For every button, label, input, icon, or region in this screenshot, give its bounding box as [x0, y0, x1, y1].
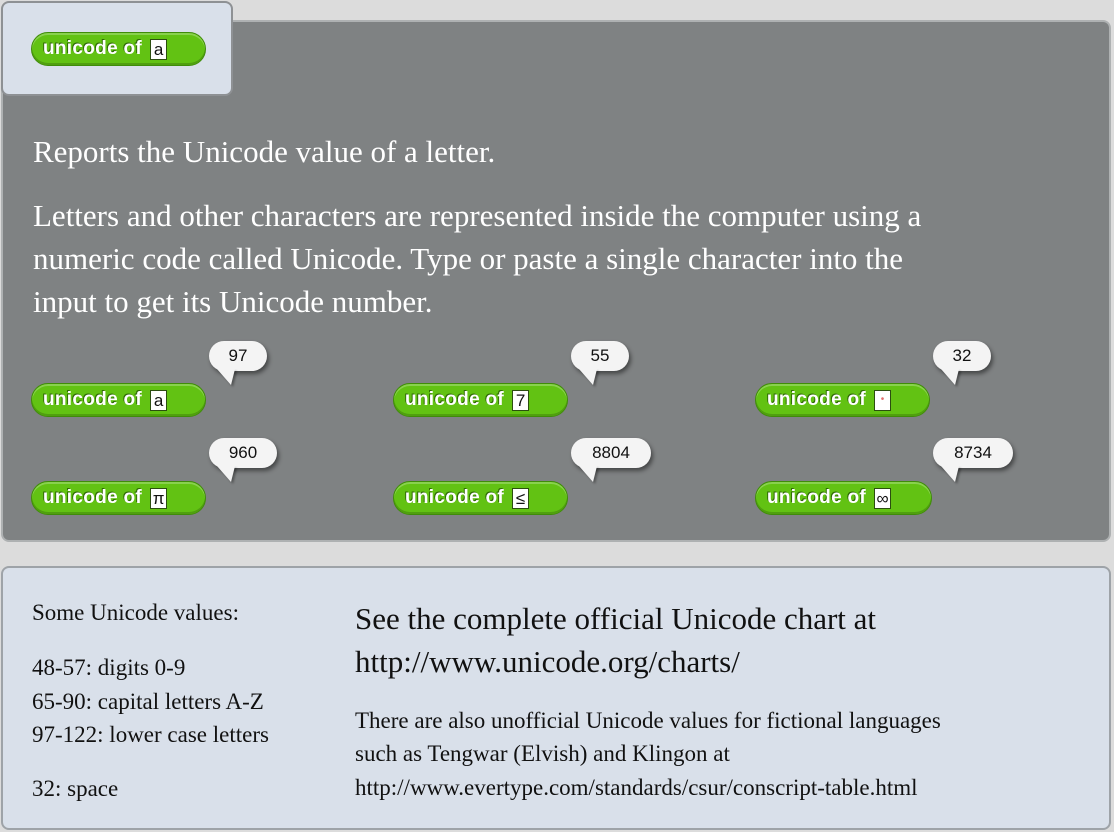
result-bubble: 97 [209, 341, 267, 371]
block-header-tab: unicode of a [1, 1, 233, 96]
chart-line: See the complete official Unicode chart … [355, 601, 877, 636]
unofficial-line: such as Tengwar (Elvish) and Klingon at [355, 741, 730, 766]
description-detail-line: Letters and other characters are represe… [33, 198, 922, 233]
block-input-slot[interactable]: • [874, 389, 892, 411]
result-bubble: 8804 [571, 438, 651, 468]
value-range-item: 65-90: capital letters A-Z [32, 689, 264, 714]
value-range-item: 32: space [32, 776, 119, 801]
unicode-of-block[interactable]: unicode of π [31, 481, 206, 515]
description-summary: Reports the Unicode value of a letter. [33, 134, 496, 169]
block-label: unicode of [405, 487, 505, 508]
unicode-of-block[interactable]: unicode of a [31, 383, 206, 417]
result-bubble: 960 [209, 438, 277, 468]
bubble-tail [941, 369, 959, 385]
bubble-tail [217, 466, 235, 482]
block-label: unicode of [43, 38, 143, 59]
bubble-tail [579, 466, 597, 482]
result-bubble: 8734 [933, 438, 1013, 468]
unicode-of-block[interactable]: unicode of • [755, 383, 930, 417]
unicode-of-block[interactable]: unicode of ∞ [755, 481, 932, 515]
unicode-of-block-header[interactable]: unicode of a [31, 32, 206, 66]
block-input-slot[interactable]: ∞ [874, 487, 892, 509]
block-label: unicode of [405, 389, 505, 410]
description-detail-line: numeric code called Unicode. Type or pas… [33, 241, 904, 276]
description-detail-line: input to get its Unicode number. [33, 284, 433, 319]
chart-url: http://www.unicode.org/charts/ [355, 644, 740, 679]
unicode-of-block[interactable]: unicode of 7 [393, 383, 568, 417]
result-bubble: 32 [933, 341, 991, 371]
values-heading: Some Unicode values: [32, 600, 239, 625]
block-input-slot[interactable]: ≤ [512, 487, 530, 509]
value-range-item: 48-57: digits 0-9 [32, 655, 186, 680]
bubble-tail [941, 466, 959, 482]
unofficial-url: http://www.evertype.com/standards/csur/c… [355, 775, 918, 800]
bubble-tail [217, 369, 235, 385]
bubble-tail [579, 369, 597, 385]
block-label: unicode of [43, 389, 143, 410]
block-input-slot[interactable]: a [150, 38, 168, 60]
info-panel: Some Unicode values: 48-57: digits 0-9 6… [1, 566, 1111, 830]
unofficial-line: There are also unofficial Unicode values… [355, 708, 941, 733]
unicode-of-block[interactable]: unicode of ≤ [393, 481, 568, 515]
value-range-item: 97-122: lower case letters [32, 722, 269, 747]
help-panel: Reports the Unicode value of a letter. L… [1, 20, 1111, 542]
block-label: unicode of [767, 389, 867, 410]
block-label: unicode of [767, 487, 867, 508]
result-bubble: 55 [571, 341, 629, 371]
block-input-slot[interactable]: π [150, 487, 168, 509]
block-input-slot[interactable]: 7 [512, 389, 530, 411]
block-label: unicode of [43, 487, 143, 508]
block-input-slot[interactable]: a [150, 389, 168, 411]
